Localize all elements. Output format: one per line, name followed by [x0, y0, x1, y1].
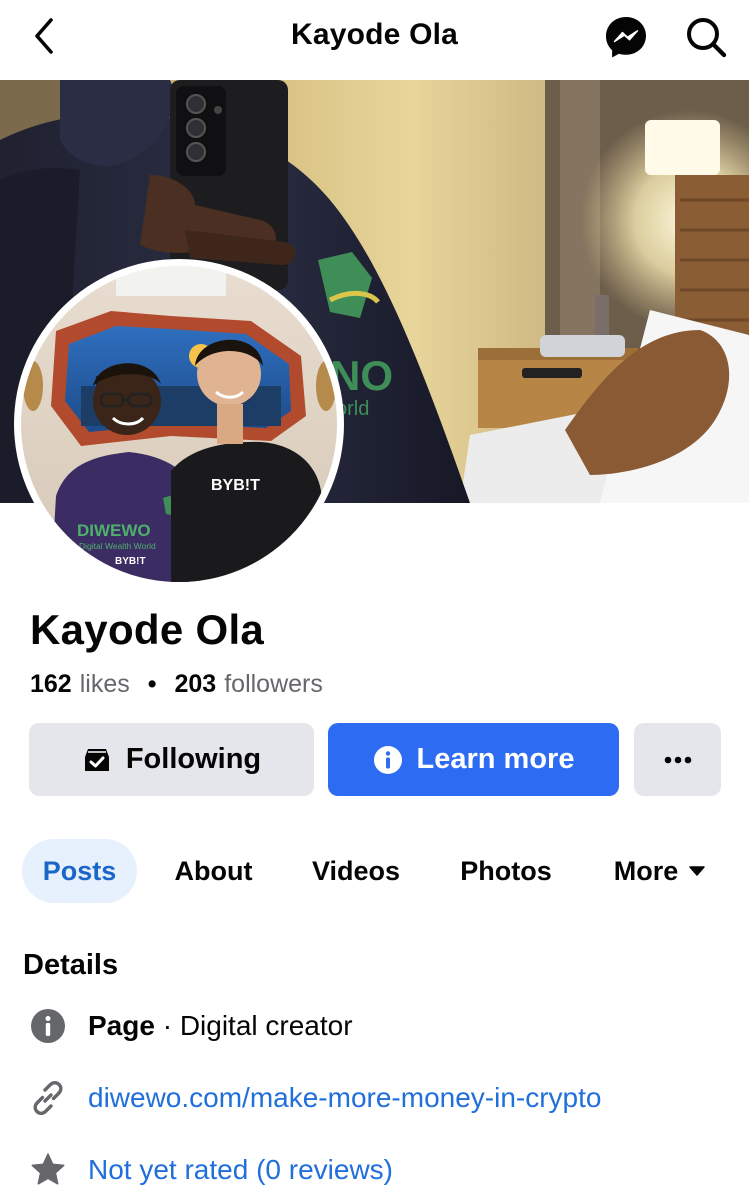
- profile-avatar[interactable]: DIWEWO Digital Wealth World BYB!T BYB!T: [14, 259, 344, 589]
- tab-label: More: [613, 855, 679, 886]
- tab-label: Videos: [311, 855, 401, 886]
- left-shirt-brand: DIWEWO: [77, 521, 151, 540]
- tab-more[interactable]: More: [600, 839, 720, 903]
- learn-more-label: Learn more: [416, 743, 575, 775]
- tab-about[interactable]: About: [160, 839, 267, 903]
- profile-stats: 162 likes • 203 followers: [30, 670, 323, 699]
- followers-count: 203: [174, 670, 217, 698]
- likes-count: 162: [30, 670, 72, 698]
- tab-photos[interactable]: Photos: [446, 839, 566, 903]
- tab-videos[interactable]: Videos: [298, 839, 414, 903]
- more-dots-icon: [664, 756, 691, 763]
- star-icon: [28, 1150, 68, 1190]
- messenger-icon: [606, 17, 646, 58]
- stats-separator: •: [147, 670, 157, 698]
- tab-label: About: [174, 855, 253, 886]
- info-icon: [28, 1006, 68, 1046]
- detail-category-text: · Digital creator: [154, 1010, 353, 1041]
- following-inbox-icon: [82, 745, 112, 775]
- tab-label: Posts: [42, 855, 117, 886]
- detail-rating-row: Not yet rated (0 reviews): [28, 1150, 393, 1190]
- search-button[interactable]: [683, 14, 729, 60]
- left-shirt-tagline: Digital Wealth World: [79, 541, 156, 551]
- caret-down-icon: [689, 866, 705, 876]
- following-button[interactable]: Following: [29, 723, 314, 796]
- following-label: Following: [125, 743, 262, 775]
- detail-category-strong: Page: [88, 1010, 155, 1041]
- tab-posts[interactable]: Posts: [22, 839, 137, 903]
- detail-category-row: Page · Digital creator: [28, 1006, 353, 1046]
- top-navigation-bar: Kayode Ola: [0, 0, 749, 80]
- likes-label: likes: [79, 670, 130, 698]
- search-icon: [687, 18, 727, 58]
- profile-name: Kayode Ola: [30, 606, 265, 653]
- website-link[interactable]: diwewo.com/make-more-money-in-crypto: [88, 1082, 601, 1114]
- rating-link[interactable]: Not yet rated (0 reviews): [88, 1154, 393, 1186]
- detail-website-row: diwewo.com/make-more-money-in-crypto: [28, 1078, 601, 1118]
- learn-more-button[interactable]: Learn more: [328, 723, 619, 796]
- info-icon: [373, 745, 403, 775]
- right-shirt-text: BYB!T: [211, 477, 260, 494]
- more-actions-button[interactable]: [634, 723, 721, 796]
- details-heading: Details: [23, 949, 119, 981]
- tab-label: Photos: [460, 855, 552, 886]
- followers-label: followers: [224, 670, 323, 698]
- left-shirt-sub: BYB!T: [115, 556, 146, 567]
- messenger-button[interactable]: [603, 14, 649, 60]
- link-icon: [28, 1078, 68, 1118]
